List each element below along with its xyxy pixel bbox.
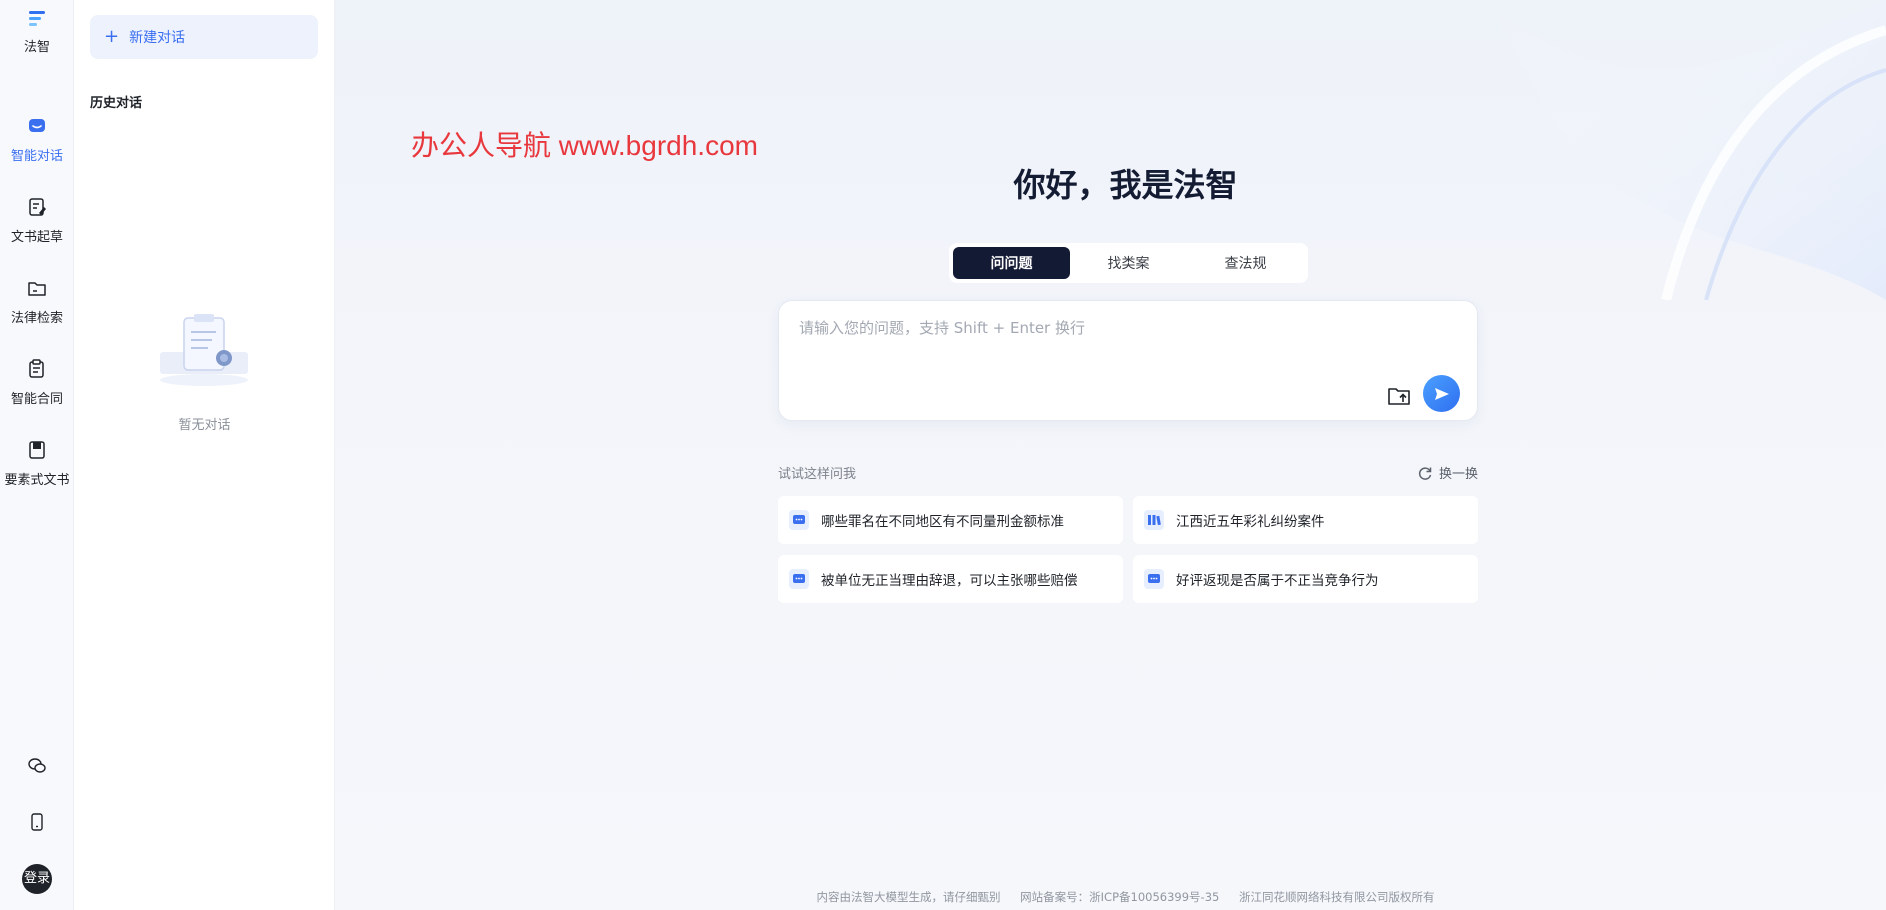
suggestion-card[interactable]: 被单位无正当理由辞退，可以主张哪些赔偿: [778, 555, 1123, 603]
chat-bubble-icon: [789, 569, 809, 589]
suggestion-card[interactable]: 江西近五年彩礼纠纷案件: [1133, 496, 1478, 544]
plus-icon: +: [104, 26, 120, 47]
suggestion-card[interactable]: 好评返现是否属于不正当竞争行为: [1133, 555, 1478, 603]
mobile-app-button[interactable]: [0, 812, 74, 836]
background-swoosh-decoration: [1486, 0, 1886, 300]
footer-icp-link[interactable]: 网站备案号：浙ICP备10056399号-35: [1020, 890, 1219, 904]
wechat-icon: [28, 758, 46, 773]
footer: 内容由法智大模型生成，请仔细甄别 网站备案号：浙ICP备10056399号-35…: [335, 889, 1886, 905]
folder-search-icon: [28, 282, 46, 296]
rail-item-element-document[interactable]: 要素式文书: [0, 439, 74, 488]
question-input[interactable]: [799, 317, 1449, 339]
rail-item-document-draft[interactable]: 文书起草: [0, 196, 74, 245]
chat-bubble-icon: [1144, 569, 1164, 589]
suggestion-text: 江西近五年彩礼纠纷案件: [1176, 514, 1325, 530]
book-icon: [29, 441, 45, 459]
rail-item-law-search[interactable]: 法律检索: [0, 277, 74, 326]
refresh-icon: [1418, 466, 1432, 480]
refresh-suggestions-button[interactable]: 换一换: [1417, 463, 1478, 482]
footer-copyright: 浙江同花顺网络科技有限公司版权所有: [1238, 890, 1435, 904]
history-title: 历史对话: [90, 96, 143, 111]
refresh-label: 换一换: [1438, 467, 1478, 482]
suggestion-card[interactable]: 哪些罪名在不同地区有不同量刑金额标准: [778, 496, 1123, 544]
rail-item-label: 文书起草: [10, 230, 63, 245]
chat-bubble-icon: [29, 119, 45, 132]
wechat-button[interactable]: [0, 756, 74, 780]
tab-ask-question[interactable]: 问问题: [953, 247, 1070, 279]
empty-history-text: 暂无对话: [178, 418, 231, 433]
suggestion-text: 好评返现是否属于不正当竞争行为: [1176, 573, 1379, 589]
document-edit-icon: [29, 198, 46, 216]
upload-file-icon[interactable]: [1386, 382, 1412, 408]
mode-tabs: 问问题 找类案 查法规: [949, 243, 1308, 283]
send-arrow-icon: [1434, 387, 1449, 400]
main-area: 办公人导航 www.bgrdh.com 你好，我是法智 问问题 找类案 查法规 …: [335, 0, 1886, 910]
logo-icon: [29, 11, 45, 26]
new-chat-label: 新建对话: [129, 30, 186, 46]
history-panel: + 新建对话 历史对话 暂无对话: [74, 0, 335, 910]
suggestions-header: 试试这样问我 换一换: [778, 463, 1478, 483]
tab-find-cases[interactable]: 找类案: [1070, 247, 1187, 279]
suggestion-text: 哪些罪名在不同地区有不同量刑金额标准: [821, 514, 1064, 530]
rail-item-label: 要素式文书: [4, 473, 70, 488]
login-button[interactable]: 登录: [0, 864, 74, 894]
question-box: [778, 300, 1478, 421]
login-avatar: 登录: [22, 864, 52, 894]
rail-item-label: 法律检索: [10, 311, 63, 326]
rail-item-smart-contract[interactable]: 智能合同: [0, 358, 74, 407]
contract-icon: [29, 359, 44, 378]
rail-item-label: 智能合同: [10, 392, 63, 407]
chat-bubble-icon: [789, 510, 809, 530]
suggestions-title: 试试这样问我: [778, 467, 857, 482]
suggestion-text: 被单位无正当理由辞退，可以主张哪些赔偿: [821, 573, 1078, 589]
empty-clipboard-illustration: [160, 314, 248, 386]
rail-item-label: 智能对话: [10, 149, 63, 164]
watermark-text: 办公人导航 www.bgrdh.com: [411, 130, 758, 161]
mobile-icon: [31, 813, 43, 831]
library-icon: [1144, 510, 1164, 530]
tab-search-laws[interactable]: 查法规: [1187, 247, 1304, 279]
app-name: 法智: [23, 40, 50, 55]
new-chat-button[interactable]: + 新建对话: [90, 15, 318, 59]
left-rail: 法智 智能对话 文书起草 法律检索 智能合同 要素式文书 登录: [0, 0, 74, 910]
greeting-title: 你好，我是法智: [1013, 166, 1238, 204]
rail-item-smart-chat[interactable]: 智能对话: [0, 115, 74, 164]
send-button[interactable]: [1423, 375, 1460, 412]
app-logo[interactable]: 法智: [0, 8, 74, 55]
footer-disclaimer: 内容由法智大模型生成，请仔细甄别: [816, 890, 1001, 904]
